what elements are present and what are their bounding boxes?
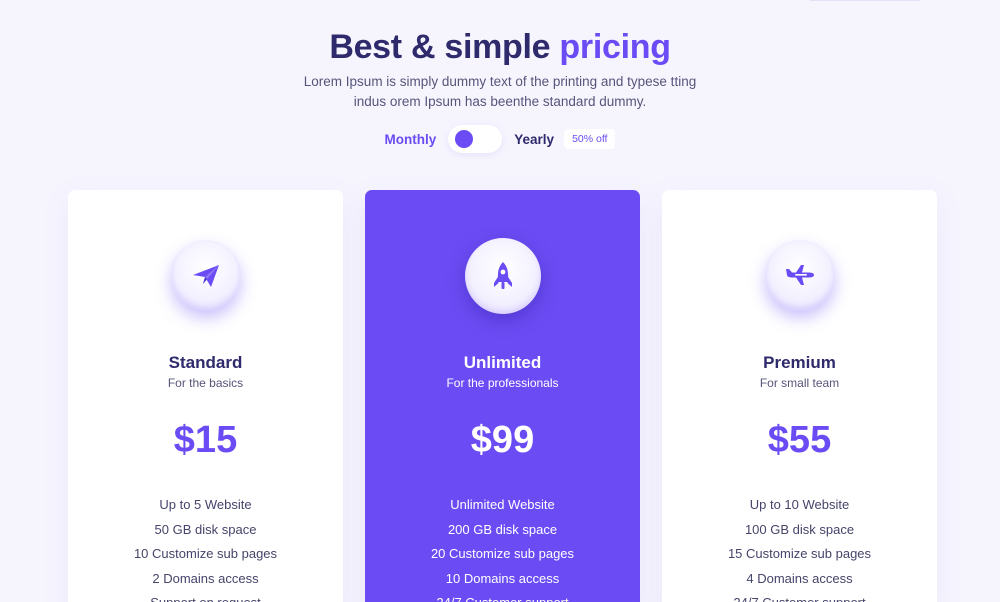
billing-period-switch[interactable] xyxy=(448,125,503,153)
plan-subtitle: For the professionals xyxy=(446,376,559,390)
plan-price: $15 xyxy=(173,419,238,461)
airplane-icon xyxy=(785,265,814,285)
feature-item: 200 GB disk space xyxy=(447,521,558,537)
page-title: Best & simple pricing xyxy=(0,28,1000,67)
pricing-card-standard[interactable]: Standard For the basics $15 Up to 5 Webs… xyxy=(68,190,343,602)
plan-icon-badge xyxy=(170,240,241,310)
feature-item: 20 Customize sub pages xyxy=(430,546,575,562)
plan-icon-badge xyxy=(464,238,541,314)
plan-name: Premium xyxy=(763,353,836,372)
pricing-cards: Standard For the basics $15 Up to 5 Webs… xyxy=(68,190,938,602)
feature-item: 2 Domains access xyxy=(152,570,259,586)
feature-list: Unlimited Website 200 GB disk space 20 C… xyxy=(365,493,640,602)
title-accent: pricing xyxy=(559,28,671,66)
feature-item: Up to 5 Website xyxy=(159,497,252,512)
feature-item: Unlimited Website xyxy=(450,497,555,512)
feature-item: 15 Customize sub pages xyxy=(727,546,872,562)
plan-icon-badge xyxy=(764,240,835,310)
subtitle-line-2: indus orem Ipsum has beenthe standard du… xyxy=(353,94,647,109)
feature-list: Up to 5 Website 50 GB disk space 10 Cust… xyxy=(68,493,343,602)
discount-badge: 50% off xyxy=(564,129,616,149)
feature-list: Up to 10 Website 100 GB disk space 15 Cu… xyxy=(662,493,937,602)
pricing-card-premium[interactable]: Premium For small team $55 Up to 10 Webs… xyxy=(662,190,937,602)
page-subtitle: Lorem Ipsum is simply dummy text of the … xyxy=(0,72,1000,112)
pricing-card-unlimited[interactable]: Unlimited For the professionals $99 Unli… xyxy=(365,190,640,602)
plan-name: Unlimited xyxy=(463,353,542,372)
title-main: Best & simple xyxy=(329,28,551,66)
paper-plane-icon xyxy=(192,265,219,287)
feature-item: 100 GB disk space xyxy=(744,521,855,537)
top-divider xyxy=(810,0,920,1)
plan-name: Standard xyxy=(168,353,243,372)
feature-item: 10 Customize sub pages xyxy=(133,546,278,562)
plan-price: $55 xyxy=(767,419,832,461)
feature-item: 10 Domains access xyxy=(445,570,560,586)
feature-item: 4 Domains access xyxy=(746,570,853,586)
switch-knob xyxy=(455,130,474,148)
feature-item: 50 GB disk space xyxy=(154,521,257,537)
billing-toggle-row: Monthly Yearly 50% off xyxy=(0,125,1000,153)
feature-item: Support on request xyxy=(68,591,343,602)
plan-price: $99 xyxy=(470,419,535,461)
plan-subtitle: For small team xyxy=(759,376,840,390)
feature-item: 24/7 Customer support xyxy=(365,591,640,602)
yearly-label[interactable]: Yearly xyxy=(514,132,554,147)
monthly-label[interactable]: Monthly xyxy=(385,132,437,147)
feature-item: Up to 10 Website xyxy=(749,497,850,512)
rocket-icon xyxy=(493,262,512,289)
subtitle-line-1: Lorem Ipsum is simply dummy text of the … xyxy=(303,74,697,89)
plan-subtitle: For the basics xyxy=(167,376,244,390)
feature-item: 24/7 Customer support xyxy=(662,591,937,602)
